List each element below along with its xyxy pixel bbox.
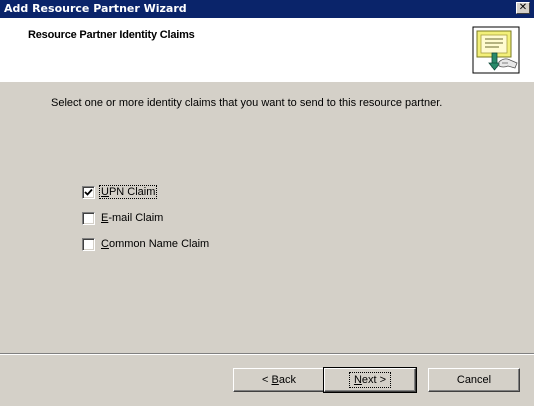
checkmark-icon — [84, 188, 93, 196]
cancel-button[interactable]: Cancel — [428, 368, 520, 392]
page-title: Resource Partner Identity Claims — [28, 29, 195, 41]
wizard-header: Resource Partner Identity Claims — [0, 18, 534, 82]
upn-claim-label: UPN Claim — [98, 185, 158, 199]
email-claim-checkbox[interactable]: E-mail Claim — [82, 211, 164, 225]
wizard-window: Add Resource Partner Wizard ✕ Resource P… — [0, 0, 534, 406]
upn-claim-checkbox[interactable]: UPN Claim — [82, 185, 158, 199]
next-button[interactable]: Next > — [323, 367, 417, 393]
checkbox-box[interactable] — [82, 237, 95, 251]
checkbox-box[interactable] — [82, 211, 95, 225]
common-name-claim-checkbox[interactable]: Common Name Claim — [82, 237, 210, 251]
instruction-text: Select one or more identity claims that … — [51, 97, 443, 109]
email-claim-label: E-mail Claim — [101, 212, 164, 224]
window-title: Add Resource Partner Wizard — [4, 2, 187, 15]
footer-divider-highlight — [0, 354, 534, 355]
partner-claims-icon — [472, 26, 520, 74]
header-divider — [0, 81, 534, 82]
close-icon: ✕ — [518, 2, 528, 13]
close-button[interactable]: ✕ — [516, 2, 530, 14]
checkbox-box[interactable] — [82, 185, 95, 199]
title-bar[interactable]: Add Resource Partner Wizard ✕ — [0, 0, 534, 18]
common-name-claim-label: Common Name Claim — [101, 238, 210, 250]
back-button[interactable]: < Back — [233, 368, 325, 392]
